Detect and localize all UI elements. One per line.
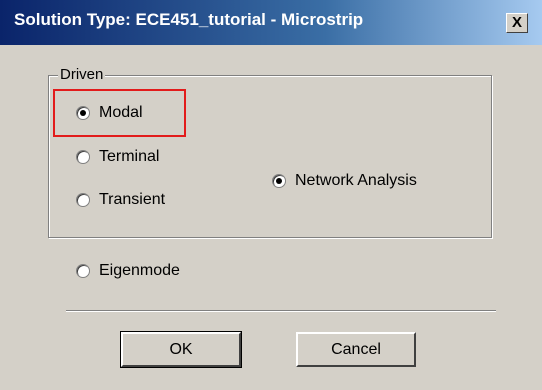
radio-transient[interactable]: Transient bbox=[76, 191, 165, 209]
title-bar[interactable]: Solution Type: ECE451_tutorial - Microst… bbox=[0, 0, 542, 45]
window-title: Solution Type: ECE451_tutorial - Microst… bbox=[14, 10, 364, 29]
solution-type-dialog: Solution Type: ECE451_tutorial - Microst… bbox=[0, 0, 542, 390]
radio-transient-label: Transient bbox=[99, 191, 166, 208]
radio-transient-indicator-icon[interactable] bbox=[76, 193, 90, 207]
radio-network-analysis-label: Network Analysis bbox=[295, 172, 417, 189]
radio-terminal-label: Terminal bbox=[99, 148, 160, 165]
close-icon: X bbox=[511, 14, 522, 31]
radio-network-analysis[interactable]: Network Analysis bbox=[272, 172, 417, 190]
radio-terminal-indicator-icon[interactable] bbox=[76, 150, 90, 164]
radio-terminal[interactable]: Terminal bbox=[76, 148, 159, 166]
radio-eigenmode[interactable]: Eigenmode bbox=[76, 262, 180, 280]
cancel-button[interactable]: Cancel bbox=[296, 332, 416, 367]
radio-modal[interactable]: Modal bbox=[76, 104, 143, 122]
radio-modal-indicator-icon[interactable] bbox=[76, 106, 90, 120]
radio-eigenmode-indicator-icon[interactable] bbox=[76, 264, 90, 278]
ok-button[interactable]: OK bbox=[120, 331, 242, 368]
separator-line bbox=[66, 310, 496, 312]
radio-modal-label: Modal bbox=[99, 104, 143, 121]
close-button[interactable]: X bbox=[506, 13, 528, 33]
radio-eigenmode-label: Eigenmode bbox=[99, 262, 180, 279]
driven-group-label: Driven bbox=[58, 66, 106, 83]
radio-network-analysis-indicator-icon[interactable] bbox=[272, 174, 286, 188]
